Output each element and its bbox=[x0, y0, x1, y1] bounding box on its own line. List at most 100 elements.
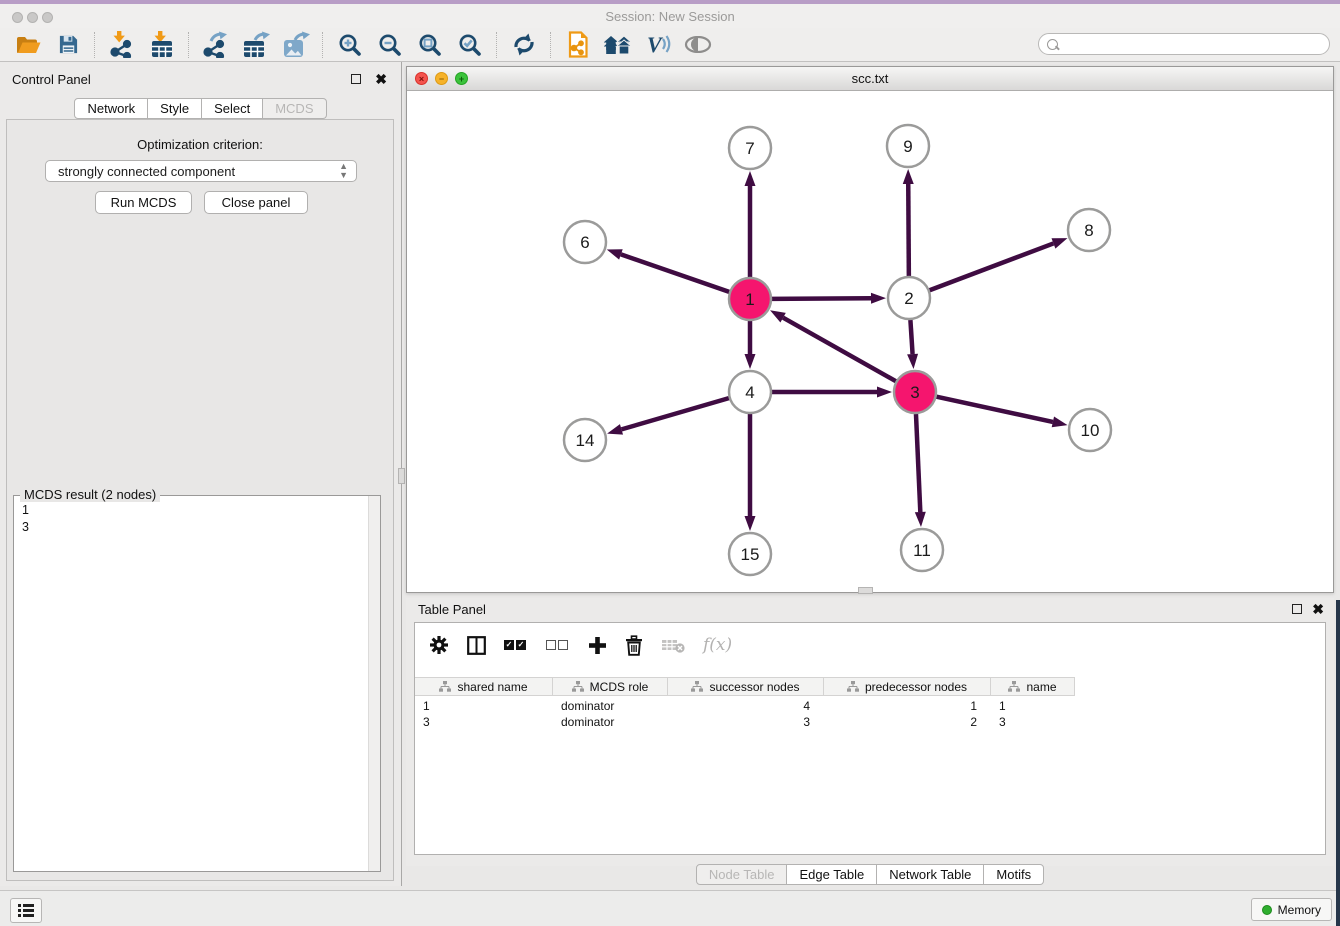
table-cell[interactable]: 3 bbox=[668, 714, 824, 730]
optimization-criterion-select[interactable]: strongly connected component ▲▼ bbox=[45, 160, 357, 182]
task-list-icon bbox=[18, 904, 34, 917]
tab-network-table[interactable]: Network Table bbox=[877, 864, 984, 885]
import-table-button[interactable] bbox=[142, 30, 182, 60]
zoom-in-button[interactable] bbox=[330, 30, 370, 60]
table-row[interactable]: 3dominator323 bbox=[415, 714, 1075, 730]
zoom-selected-button[interactable] bbox=[450, 30, 490, 60]
titlebar[interactable]: Session: New Session bbox=[0, 4, 1340, 28]
edge-3-10[interactable] bbox=[936, 397, 1052, 422]
table-cell[interactable]: 1 bbox=[415, 698, 553, 714]
import-network-button[interactable] bbox=[102, 30, 142, 60]
table-cell[interactable]: dominator bbox=[553, 714, 668, 730]
memory-button[interactable]: Memory bbox=[1251, 898, 1332, 921]
close-panel-label: Close panel bbox=[222, 195, 291, 210]
table-cell[interactable]: 1 bbox=[991, 698, 1075, 714]
export-image-button[interactable] bbox=[276, 30, 316, 60]
zoom-fit-button[interactable] bbox=[410, 30, 450, 60]
table-cell[interactable]: 2 bbox=[824, 714, 991, 730]
export-table-button[interactable] bbox=[236, 30, 276, 60]
split-table-button[interactable] bbox=[467, 636, 486, 655]
table-settings-button[interactable] bbox=[429, 635, 449, 655]
tab-motifs[interactable]: Motifs bbox=[984, 864, 1044, 885]
panel-split-handle[interactable] bbox=[398, 468, 405, 484]
float-panel-icon[interactable] bbox=[351, 74, 361, 84]
open-session-button[interactable] bbox=[8, 30, 48, 60]
refresh-view-button[interactable] bbox=[504, 30, 544, 60]
search-input[interactable] bbox=[1038, 33, 1330, 55]
toolbar-separator bbox=[322, 32, 324, 58]
result-scrollbar[interactable] bbox=[368, 496, 380, 871]
control-panel: Control Panel ✖ NetworkStyleSelectMCDS O… bbox=[0, 62, 402, 886]
edge-1-2[interactable] bbox=[772, 298, 871, 299]
arrowhead-icon bbox=[915, 512, 926, 527]
column-header-shared-name[interactable]: shared name bbox=[415, 677, 553, 696]
mcds-result-box: MCDS result (2 nodes) 1 3 bbox=[13, 495, 381, 872]
import-table-icon bbox=[150, 31, 174, 58]
hide-panel-button[interactable] bbox=[678, 30, 718, 60]
zoom-out-button[interactable] bbox=[370, 30, 410, 60]
mcds-result-text[interactable]: 1 3 bbox=[14, 498, 368, 871]
column-header-name[interactable]: name bbox=[991, 677, 1075, 696]
edge-2-3[interactable] bbox=[910, 320, 912, 354]
float-table-panel-icon[interactable] bbox=[1292, 604, 1302, 614]
tab-edge-table[interactable]: Edge Table bbox=[787, 864, 877, 885]
table-browser-tabs: Node TableEdge TableNetwork TableMotifs bbox=[406, 864, 1334, 885]
edge-2-8[interactable] bbox=[930, 243, 1054, 290]
add-column-button[interactable] bbox=[588, 636, 607, 655]
toolbar-separator bbox=[188, 32, 190, 58]
window-title: Session: New Session bbox=[0, 9, 1340, 24]
graph-node-label: 7 bbox=[745, 139, 754, 158]
close-table-panel-icon[interactable]: ✖ bbox=[1312, 601, 1324, 618]
home-button[interactable] bbox=[598, 30, 638, 60]
arrowhead-icon bbox=[1052, 238, 1068, 248]
network-graph-canvas[interactable]: 1234678910111415 bbox=[407, 91, 1333, 593]
table-cell[interactable]: 3 bbox=[991, 714, 1075, 730]
table-row[interactable]: 1dominator411 bbox=[415, 698, 1075, 714]
open-network-file-button[interactable] bbox=[558, 30, 598, 60]
column-header-MCDS-role[interactable]: MCDS role bbox=[553, 677, 668, 696]
tab-select[interactable]: Select bbox=[202, 98, 263, 119]
optimization-criterion-value: strongly connected component bbox=[58, 164, 235, 179]
edge-1-6[interactable] bbox=[621, 254, 729, 291]
eye-icon bbox=[684, 36, 712, 53]
graph-node-label: 6 bbox=[580, 233, 589, 252]
edge-4-14[interactable] bbox=[621, 398, 728, 429]
run-mcds-button[interactable]: Run MCDS bbox=[95, 191, 192, 214]
network-view-window[interactable]: × − + scc.txt 1234678910111415 bbox=[406, 66, 1334, 593]
control-panel-header: Control Panel ✖ bbox=[0, 62, 401, 96]
table-cell[interactable]: 4 bbox=[668, 698, 824, 714]
network-window-titlebar[interactable]: × − + scc.txt bbox=[407, 67, 1333, 91]
column-type-icon bbox=[1008, 681, 1020, 692]
tab-mcds[interactable]: MCDS bbox=[263, 98, 326, 119]
column-header-predecessor-nodes[interactable]: predecessor nodes bbox=[824, 677, 991, 696]
tab-network[interactable]: Network bbox=[74, 98, 148, 119]
zoom-out-icon bbox=[378, 33, 402, 57]
column-header-successor-nodes[interactable]: successor nodes bbox=[668, 677, 824, 696]
deselect-all-button[interactable] bbox=[546, 640, 570, 650]
table-cell[interactable]: 3 bbox=[415, 714, 553, 730]
table-header-row[interactable]: shared nameMCDS rolesuccessor nodesprede… bbox=[415, 677, 1075, 696]
export-image-icon bbox=[283, 31, 310, 58]
table-cell[interactable]: 1 bbox=[824, 698, 991, 714]
toolbar-separator bbox=[550, 32, 552, 58]
vizmapper-button[interactable]: V bbox=[638, 30, 678, 60]
edge-3-1[interactable] bbox=[783, 318, 896, 382]
toolbar-separator bbox=[94, 32, 96, 58]
export-network-button[interactable] bbox=[196, 30, 236, 60]
select-all-button[interactable]: ✓ ✓ bbox=[504, 640, 528, 650]
edge-2-9[interactable] bbox=[908, 184, 909, 276]
table-cell[interactable]: dominator bbox=[553, 698, 668, 714]
arrowhead-icon bbox=[877, 387, 892, 398]
delete-column-button[interactable] bbox=[625, 635, 643, 656]
graph-node-label: 3 bbox=[910, 383, 919, 402]
column-type-icon bbox=[691, 681, 703, 692]
close-panel-button[interactable]: Close panel bbox=[204, 191, 308, 214]
save-session-button[interactable] bbox=[48, 30, 88, 60]
close-panel-icon[interactable]: ✖ bbox=[375, 71, 387, 88]
edge-3-11[interactable] bbox=[916, 414, 920, 512]
tab-node-table[interactable]: Node Table bbox=[696, 864, 788, 885]
table-split-handle[interactable] bbox=[858, 587, 873, 594]
task-history-button[interactable] bbox=[10, 898, 42, 923]
tab-style[interactable]: Style bbox=[148, 98, 202, 119]
save-floppy-icon bbox=[58, 34, 79, 55]
